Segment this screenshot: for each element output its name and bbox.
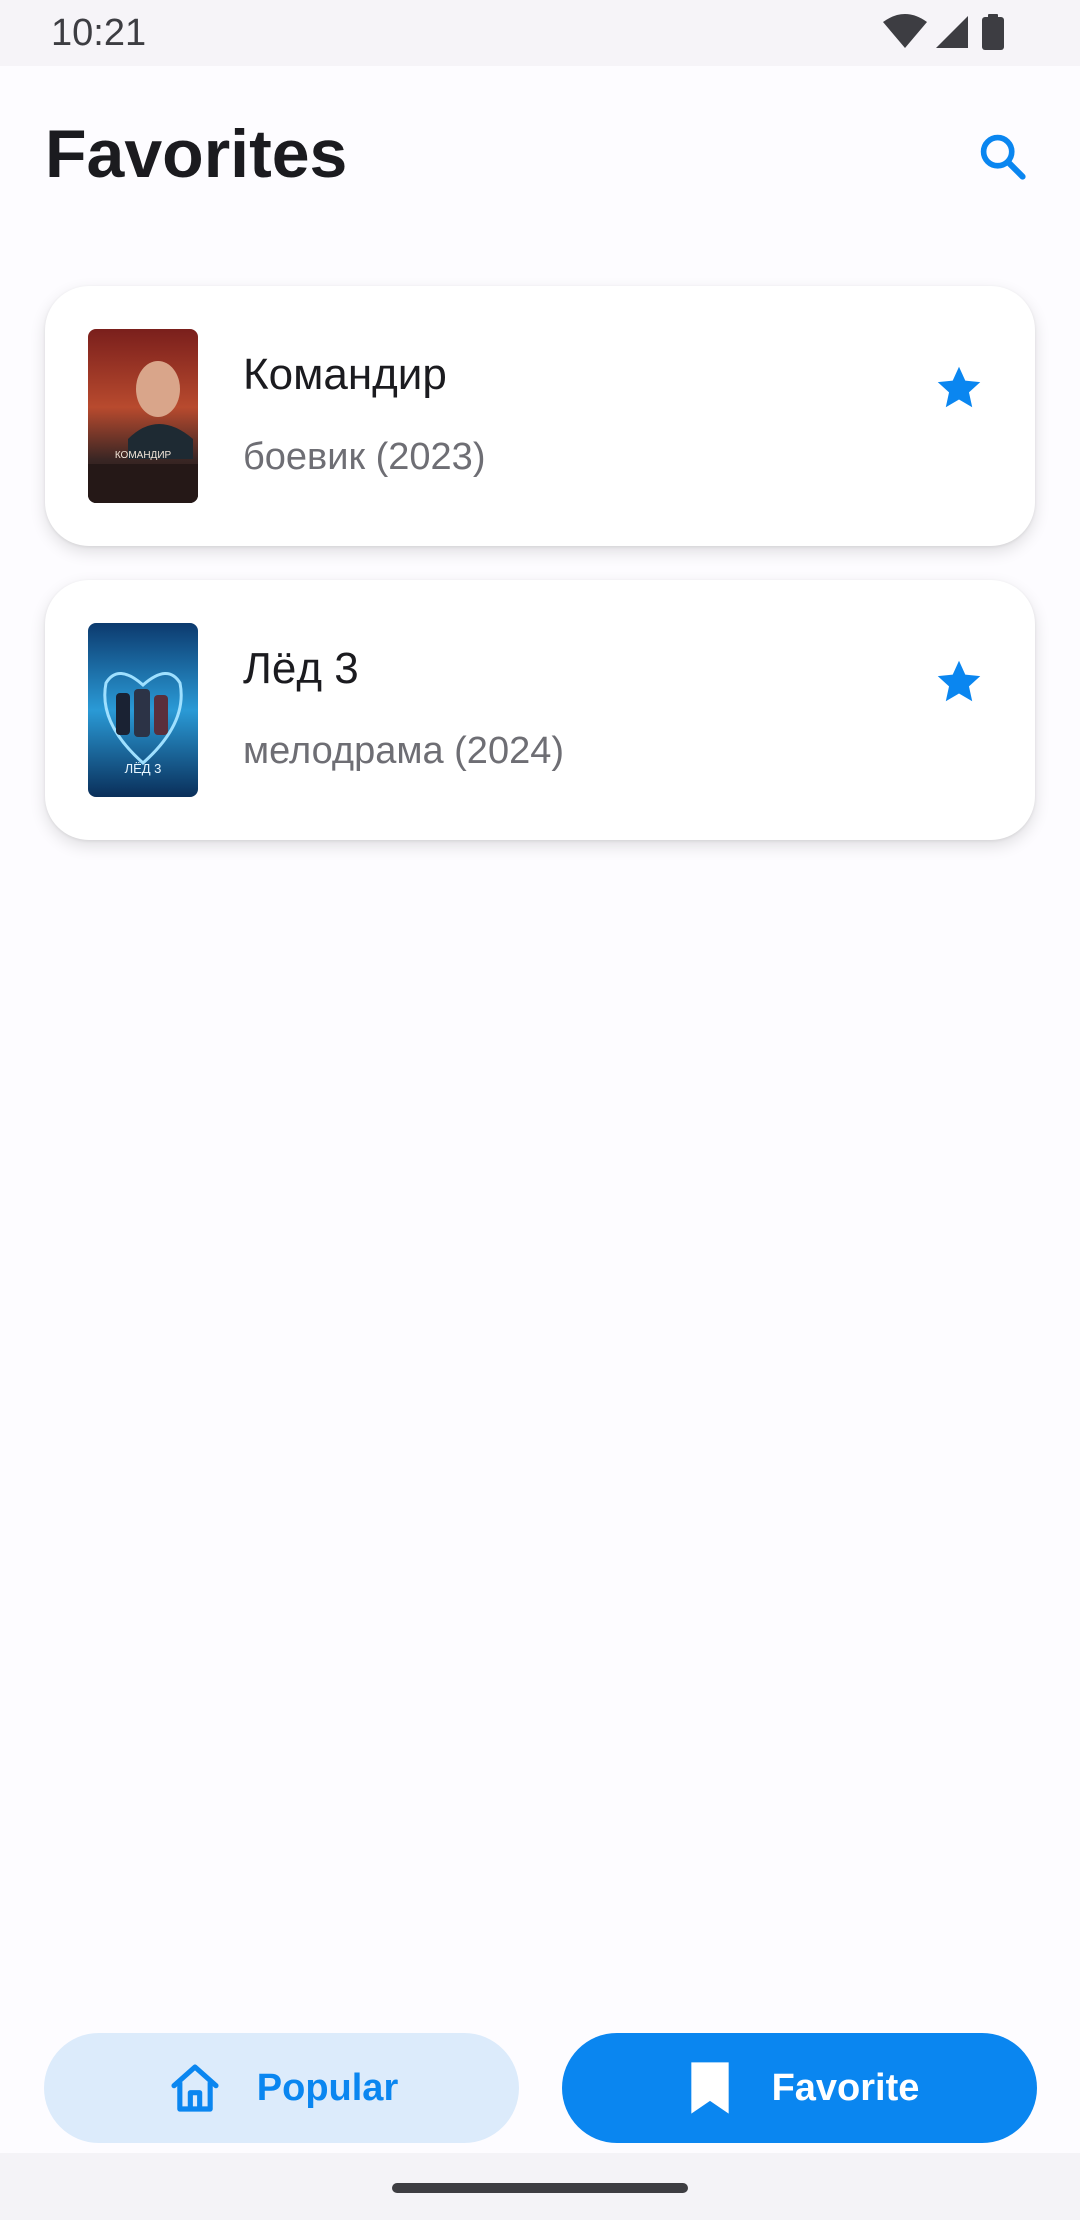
nav-favorite-button[interactable]: Favorite bbox=[562, 2033, 1037, 2143]
favorite-card[interactable]: КОМАНДИР Командир боевик (2023) bbox=[45, 286, 1035, 546]
star-filled-icon bbox=[937, 366, 981, 408]
home-gesture-handle[interactable] bbox=[392, 2183, 688, 2193]
battery-icon bbox=[982, 14, 1004, 50]
status-icons bbox=[860, 14, 1080, 54]
bookmark-icon bbox=[680, 2058, 740, 2118]
movie-poster: ЛЁД 3 bbox=[88, 623, 198, 797]
movie-poster: КОМАНДИР bbox=[88, 329, 198, 503]
page-title: Favorites bbox=[45, 116, 348, 192]
favorite-card[interactable]: ЛЁД 3 Лёд 3 мелодрама (2024) bbox=[45, 580, 1035, 840]
wifi-icon bbox=[883, 14, 927, 48]
movie-title: Лёд 3 bbox=[243, 644, 359, 693]
movie-subtitle: боевик (2023) bbox=[243, 436, 486, 478]
nav-popular-button[interactable]: Popular bbox=[44, 2033, 519, 2143]
star-filled-icon bbox=[937, 660, 981, 702]
home-icon bbox=[165, 2058, 225, 2118]
nav-favorite-label: Favorite bbox=[771, 2066, 920, 2109]
signal-icon bbox=[936, 16, 968, 48]
poster-text: КОМАНДИР bbox=[115, 450, 172, 461]
search-icon bbox=[980, 134, 1026, 180]
movie-subtitle: мелодрама (2024) bbox=[243, 730, 564, 772]
favorite-toggle-button[interactable] bbox=[927, 650, 991, 714]
poster-text: ЛЁД 3 bbox=[125, 761, 162, 776]
search-button[interactable] bbox=[966, 120, 1038, 192]
movie-title: Командир bbox=[243, 350, 447, 399]
status-bar: 10:21 bbox=[0, 0, 1080, 66]
favorite-toggle-button[interactable] bbox=[927, 356, 991, 420]
nav-popular-label: Popular bbox=[256, 2066, 399, 2109]
gesture-bar bbox=[0, 2153, 1080, 2220]
status-time: 10:21 bbox=[51, 12, 147, 54]
